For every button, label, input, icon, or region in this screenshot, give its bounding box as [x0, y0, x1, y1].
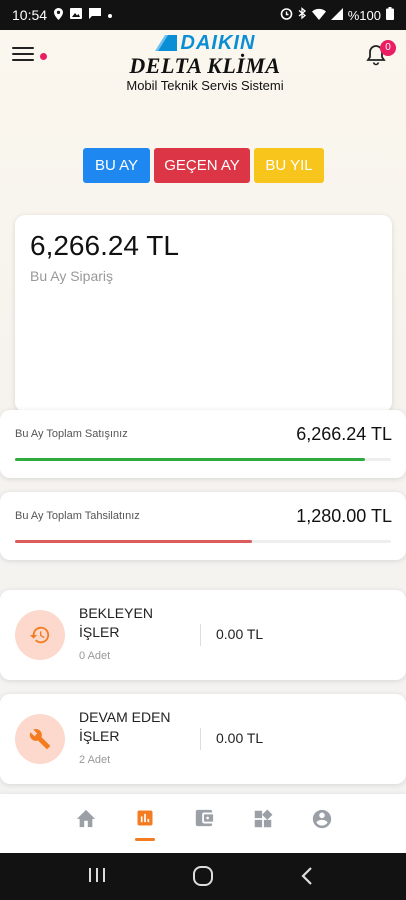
status-left: 10:54 [12, 7, 113, 23]
wrench-icon [15, 714, 65, 764]
collection-progress-bar [15, 540, 252, 543]
collection-progress-track [15, 540, 391, 543]
brand-name: DAIKIN [180, 31, 256, 54]
wifi-icon [311, 8, 326, 23]
nav-widgets-icon[interactable] [250, 808, 276, 838]
home-button-icon[interactable] [192, 865, 214, 892]
nav-account-icon[interactable] [309, 808, 335, 838]
ongoing-jobs-title: DEVAM EDEN İŞLER [79, 709, 171, 744]
battery-icon [386, 7, 394, 23]
this-year-button[interactable]: BU YIL [254, 148, 324, 183]
bottom-navigation [0, 794, 406, 853]
nav-dashboard-icon[interactable] [132, 808, 158, 841]
collection-value: 1,280.00 TL [296, 506, 392, 526]
ongoing-jobs-value: 0.00 TL [216, 730, 264, 746]
image-icon [70, 8, 83, 22]
alarm-icon [280, 7, 293, 23]
summary-card: 6,266.24 TL Bu Ay Sipariş [15, 215, 392, 412]
nav-home-icon[interactable] [73, 808, 99, 838]
menu-button[interactable] [12, 47, 34, 67]
notification-badge: 0 [380, 40, 396, 56]
pending-jobs-value: 0.00 TL [216, 626, 264, 642]
nav-wallet-icon[interactable] [191, 808, 217, 838]
this-month-button[interactable]: BU AY [83, 148, 150, 183]
system-navigation-bar [0, 853, 406, 900]
sales-value: 6,266.24 TL [296, 424, 392, 444]
divider [200, 624, 201, 646]
message-icon [89, 8, 102, 22]
ongoing-jobs-card[interactable]: DEVAM EDEN İŞLER 2 Adet 0.00 TL [0, 694, 406, 784]
summary-label: Bu Ay Sipariş [30, 268, 114, 284]
daikin-logo-icon [154, 34, 177, 52]
company-name: DELTA KLİMA [129, 53, 281, 78]
active-tab-indicator [135, 838, 155, 841]
pending-jobs-card[interactable]: BEKLEYEN İŞLER 0 Adet 0.00 TL [0, 590, 406, 680]
bluetooth-icon [298, 7, 307, 23]
sales-progress-track [15, 458, 391, 461]
status-time: 10:54 [12, 7, 48, 23]
sales-progress-bar [15, 458, 365, 461]
summary-amount: 6,266.24 TL [30, 230, 179, 261]
collection-stat-card: Bu Ay Toplam Tahsilatınız 1,280.00 TL [0, 492, 406, 560]
sales-label: Bu Ay Toplam Satışınız [15, 428, 128, 440]
brand-logo: DAIKIN DELTA KLİMA Mobil Teknik Servis S… [110, 32, 300, 98]
recent-apps-icon[interactable] [88, 865, 106, 890]
app-subtitle: Mobil Teknik Servis Sistemi [126, 78, 284, 93]
back-button-icon[interactable] [300, 865, 314, 892]
divider [200, 728, 201, 750]
pending-jobs-count: 0 Adet [79, 650, 111, 662]
sales-stat-card: Bu Ay Toplam Satışınız 6,266.24 TL [0, 410, 406, 478]
app-screen: DAIKIN DELTA KLİMA Mobil Teknik Servis S… [0, 30, 406, 853]
status-right: %100 [280, 7, 394, 23]
ongoing-jobs-count: 2 Adet [79, 754, 111, 766]
location-pin-icon [54, 7, 64, 23]
history-icon [15, 610, 65, 660]
last-month-button[interactable]: GEÇEN AY [154, 148, 250, 183]
collection-label: Bu Ay Toplam Tahsilatınız [15, 510, 140, 522]
dot-icon [108, 9, 113, 21]
battery-label: %100 [347, 7, 381, 23]
app-header: DAIKIN DELTA KLİMA Mobil Teknik Servis S… [0, 30, 406, 100]
signal-icon [330, 7, 343, 23]
menu-indicator-dot [40, 53, 47, 60]
period-selector: BU AY GEÇEN AY BU YIL [83, 148, 324, 183]
status-bar: 10:54 %100 [0, 0, 406, 30]
pending-jobs-title: BEKLEYEN İŞLER [79, 605, 153, 640]
